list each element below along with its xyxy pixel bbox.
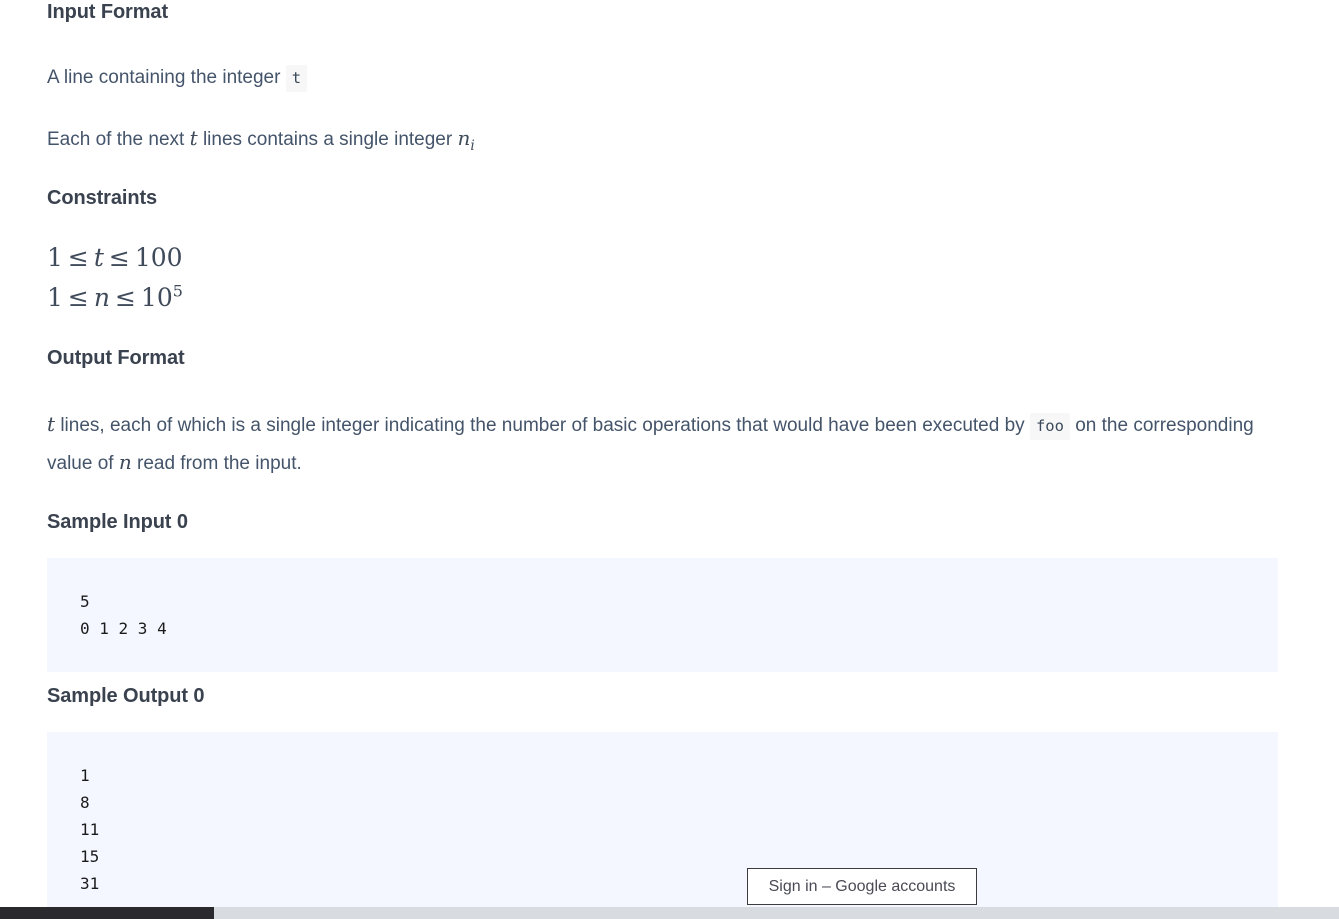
google-signin-popup[interactable]: Sign in – Google accounts	[747, 868, 977, 905]
constraint-variable: n	[93, 283, 110, 312]
constraint-exponent: 5	[172, 281, 183, 301]
heading-constraints: Constraints	[47, 187, 158, 209]
output-format-text-a: lines, each of which is a single integer…	[60, 415, 1025, 436]
heading-input-format: Input Format	[47, 1, 169, 23]
input-line-1-text: A line containing the integer	[47, 67, 281, 88]
math-var-t: t	[47, 412, 56, 436]
paragraph-input-line-1: A line containing the integer t	[47, 60, 1279, 96]
constraint-relation: ≤	[108, 243, 130, 272]
heading-sample-input-0: Sample Input 0	[47, 511, 188, 533]
google-signin-popup-title: Sign in – Google accounts	[768, 877, 956, 895]
heading-sample-output-0: Sample Output 0	[47, 685, 205, 707]
inline-code-t: t	[285, 65, 308, 92]
heading-output-format: Output Format	[47, 347, 185, 369]
paragraph-input-line-2: Each of the next t lines contains a sing…	[47, 120, 1279, 158]
input-line-2-text-a: Each of the next	[47, 129, 185, 150]
constraint-line-1: 1 ≤ t ≤100	[47, 238, 1279, 278]
inline-code-foo: foo	[1029, 413, 1070, 440]
paragraph-output-format: t lines, each of which is a single integ…	[47, 406, 1279, 482]
sample-output-code-block[interactable]: 1 8 11 15 31	[47, 732, 1278, 919]
constraint-rhs: 10	[140, 283, 173, 312]
constraint-relation: ≤	[67, 243, 89, 272]
constraint-variable: t	[93, 243, 104, 272]
input-line-2-text-b: lines contains a single integer	[202, 129, 453, 150]
problem-statement-page: Input Format A line containing the integ…	[0, 0, 1339, 919]
math-var-n-sub-i: ni	[457, 126, 475, 154]
constraint-relation: ≤	[114, 283, 136, 312]
output-format-text-c: read from the input.	[137, 453, 302, 474]
constraint-lhs: 1	[47, 283, 63, 312]
constraint-line-2: 1 ≤ n ≤105	[47, 278, 1279, 318]
math-var-n: n	[118, 450, 132, 474]
horizontal-scrollbar-track[interactable]	[0, 907, 1339, 919]
constraint-rhs: 100	[134, 243, 183, 272]
sample-output-text: 1 8 11 15 31	[80, 766, 100, 893]
sample-input-text: 5 0 1 2 3 4	[80, 592, 167, 638]
constraint-lhs: 1	[47, 243, 63, 272]
constraint-relation: ≤	[67, 283, 89, 312]
horizontal-scrollbar-thumb[interactable]	[0, 907, 214, 919]
math-var-t: t	[189, 126, 198, 150]
sample-input-code-block[interactable]: 5 0 1 2 3 4	[47, 558, 1278, 672]
problem-content: Input Format A line containing the integ…	[47, 0, 1279, 919]
